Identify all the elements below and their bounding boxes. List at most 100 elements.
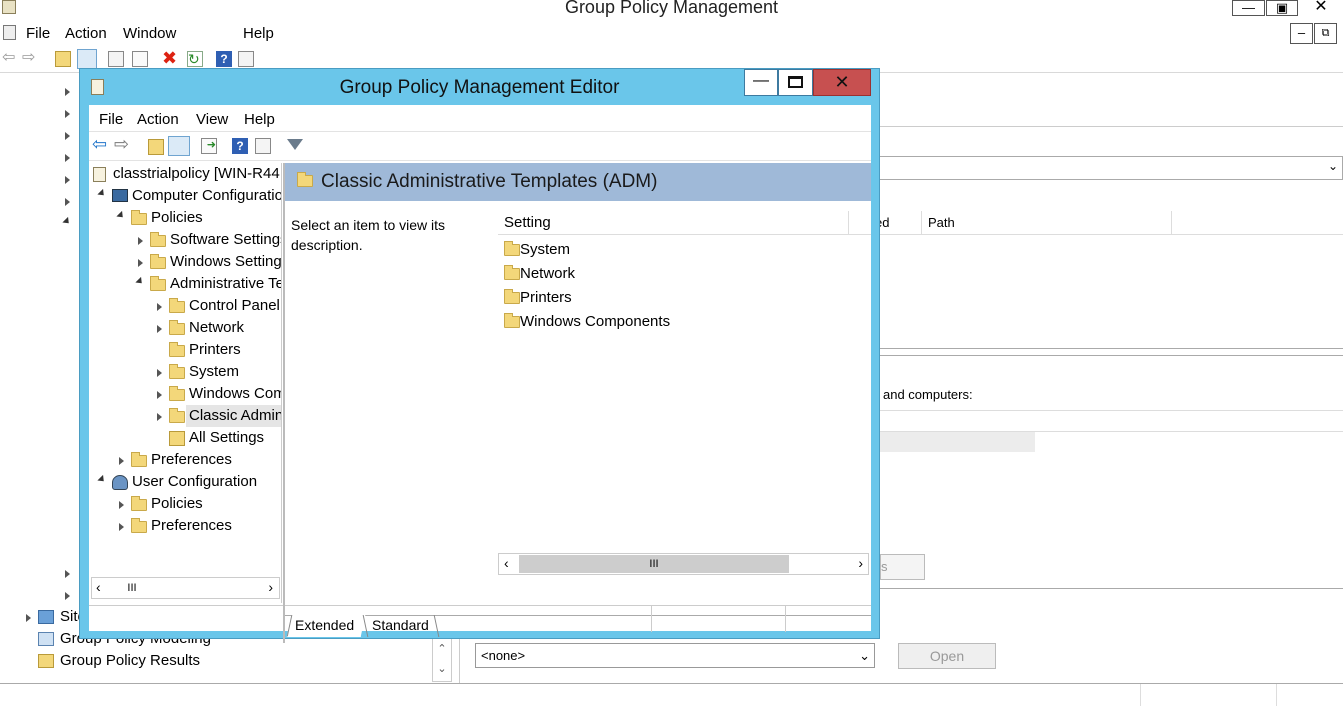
expand-arrow-icon[interactable]	[157, 413, 162, 421]
settings-item-printers[interactable]: Printers	[520, 287, 572, 309]
properties-icon[interactable]	[255, 138, 271, 154]
tree-item-network[interactable]: Network	[189, 317, 244, 339]
up-folder-icon[interactable]	[55, 51, 71, 67]
scroll-right-icon[interactable]: ›	[858, 555, 863, 571]
tree-item-preferences[interactable]: Preferences	[151, 449, 232, 471]
gpme-minimize-button[interactable]: —	[744, 69, 778, 96]
settings-item-system[interactable]: System	[520, 239, 570, 261]
tree-item-classic-administrative-templates[interactable]: Classic Administrative Templates	[189, 405, 281, 427]
scroll-right-icon[interactable]: ›	[268, 579, 273, 595]
details-dropdown[interactable]: ⌄	[860, 156, 1343, 180]
tree-item-control-panel[interactable]: Control Panel	[189, 295, 280, 317]
tree-item-all-settings[interactable]: All Settings	[189, 427, 264, 449]
properties-button-partial[interactable]: s	[880, 554, 925, 580]
scroll-thumb[interactable]: III	[112, 579, 152, 597]
folder-icon	[169, 298, 185, 313]
expand-arrow-icon[interactable]	[157, 325, 162, 333]
gpm-close-button[interactable]: ✕	[1299, 0, 1343, 16]
copy-icon[interactable]	[108, 51, 124, 67]
expand-arrow-icon[interactable]	[65, 198, 70, 206]
gpme-menu-file[interactable]: File	[99, 111, 123, 128]
expand-arrow-icon[interactable]	[65, 88, 70, 96]
expand-arrow-icon[interactable]	[65, 176, 70, 184]
back-arrow-icon[interactable]: ⇦	[92, 135, 108, 153]
forward-arrow-icon[interactable]: ⇨	[22, 50, 38, 67]
expand-arrow-icon[interactable]	[65, 110, 70, 118]
collapse-arrow-icon[interactable]	[97, 188, 107, 199]
security-filter-row-selected[interactable]	[880, 432, 1035, 452]
collapse-arrow-icon[interactable]	[116, 210, 126, 221]
filter-icon[interactable]	[287, 139, 303, 150]
show-tree-icon[interactable]	[168, 136, 190, 156]
expand-arrow-icon[interactable]	[65, 570, 70, 578]
tree-item-root[interactable]: classtrialpolicy [WIN-R44	[113, 163, 280, 185]
tree-item-windows-settings[interactable]: Windows Settings	[170, 251, 281, 273]
gpm-minimize-button[interactable]: —	[1232, 0, 1265, 16]
scroll-thumb[interactable]: III	[519, 555, 789, 573]
column-setting[interactable]: Setting	[504, 214, 551, 231]
gpm-restore-button[interactable]: ▣	[1266, 0, 1298, 16]
expand-arrow-icon[interactable]	[138, 237, 143, 245]
tree-item-user-preferences[interactable]: Preferences	[151, 515, 232, 537]
back-arrow-icon[interactable]: ⇦	[2, 50, 18, 67]
settings-hscrollbar[interactable]: ‹ III ›	[498, 553, 869, 575]
settings-item-network[interactable]: Network	[520, 263, 575, 285]
gpme-menu-help[interactable]: Help	[244, 111, 275, 128]
gpm-child-restore-button[interactable]: ⧉	[1314, 23, 1337, 44]
tree-item-policies[interactable]: Policies	[151, 207, 203, 229]
refresh-icon[interactable]: ↻	[187, 51, 203, 67]
wmi-filter-select[interactable]: <none> ⌄	[475, 643, 875, 668]
gpm-menu-help[interactable]: Help	[243, 25, 274, 42]
gpm-menu-window[interactable]: Window	[123, 25, 176, 42]
tree-item-system[interactable]: System	[189, 361, 239, 383]
delete-icon[interactable]: ✖	[162, 49, 178, 67]
expand-arrow-icon[interactable]	[26, 614, 31, 622]
tree-item-user-configuration[interactable]: User Configuration	[132, 471, 257, 493]
show-tree-icon[interactable]	[77, 49, 97, 69]
expand-arrow-icon[interactable]	[157, 303, 162, 311]
scroll-left-icon[interactable]: ‹	[96, 579, 101, 595]
gpm-child-minimize-button[interactable]: –	[1290, 23, 1313, 44]
gpme-menu-view[interactable]: View	[196, 111, 228, 128]
help-icon[interactable]: ?	[232, 138, 248, 154]
tree-vscroll[interactable]: ⌃ ⌄	[432, 638, 452, 682]
settings-column-header: Setting	[498, 211, 871, 235]
pane-divider[interactable]	[283, 163, 285, 643]
gpme-maximize-button[interactable]	[778, 69, 813, 96]
gpme-close-button[interactable]: ✕	[813, 69, 871, 96]
expand-arrow-icon[interactable]	[65, 154, 70, 162]
tree-item-software-settings[interactable]: Software Settings	[170, 229, 281, 251]
open-button[interactable]: Open	[898, 643, 996, 669]
tree-item-gp-results[interactable]: Group Policy Results	[60, 650, 200, 672]
tree-item-user-policies[interactable]: Policies	[151, 493, 203, 515]
column-path[interactable]: Path	[928, 215, 955, 230]
security-filter-row[interactable]	[880, 410, 1343, 432]
scroll-left-icon[interactable]: ‹	[504, 555, 509, 571]
expand-arrow-icon[interactable]	[157, 391, 162, 399]
tree-hscrollbar[interactable]: ‹ III ›	[91, 577, 280, 599]
expand-arrow-icon[interactable]	[157, 369, 162, 377]
properties-icon[interactable]	[238, 51, 254, 67]
expand-arrow-icon[interactable]	[65, 132, 70, 140]
collapse-arrow-icon[interactable]	[97, 474, 107, 485]
settings-item-windows-components[interactable]: Windows Components	[520, 311, 670, 333]
gpme-menu-action[interactable]: Action	[137, 111, 179, 128]
collapse-arrow-icon[interactable]	[135, 276, 145, 287]
tree-item-windows-components[interactable]: Windows Components	[189, 383, 281, 405]
up-folder-icon[interactable]	[148, 139, 164, 155]
tree-item-administrative-templates[interactable]: Administrative Templates	[170, 273, 281, 295]
expand-arrow-icon[interactable]	[138, 259, 143, 267]
export-list-icon[interactable]: ➜	[201, 138, 217, 154]
collapse-arrow-icon[interactable]	[62, 216, 72, 227]
expand-arrow-icon[interactable]	[119, 523, 124, 531]
tree-item-computer-configuration[interactable]: Computer Configuration	[132, 185, 281, 207]
tree-item-printers[interactable]: Printers	[189, 339, 241, 361]
forward-arrow-icon[interactable]: ⇨	[114, 135, 130, 153]
help-icon[interactable]: ?	[216, 51, 232, 67]
paste-icon[interactable]	[132, 51, 148, 67]
gpm-menu-action[interactable]: Action	[65, 25, 107, 42]
expand-arrow-icon[interactable]	[119, 501, 124, 509]
gpm-menu-file[interactable]: File	[26, 25, 50, 42]
expand-arrow-icon[interactable]	[119, 457, 124, 465]
expand-arrow-icon[interactable]	[65, 592, 70, 600]
